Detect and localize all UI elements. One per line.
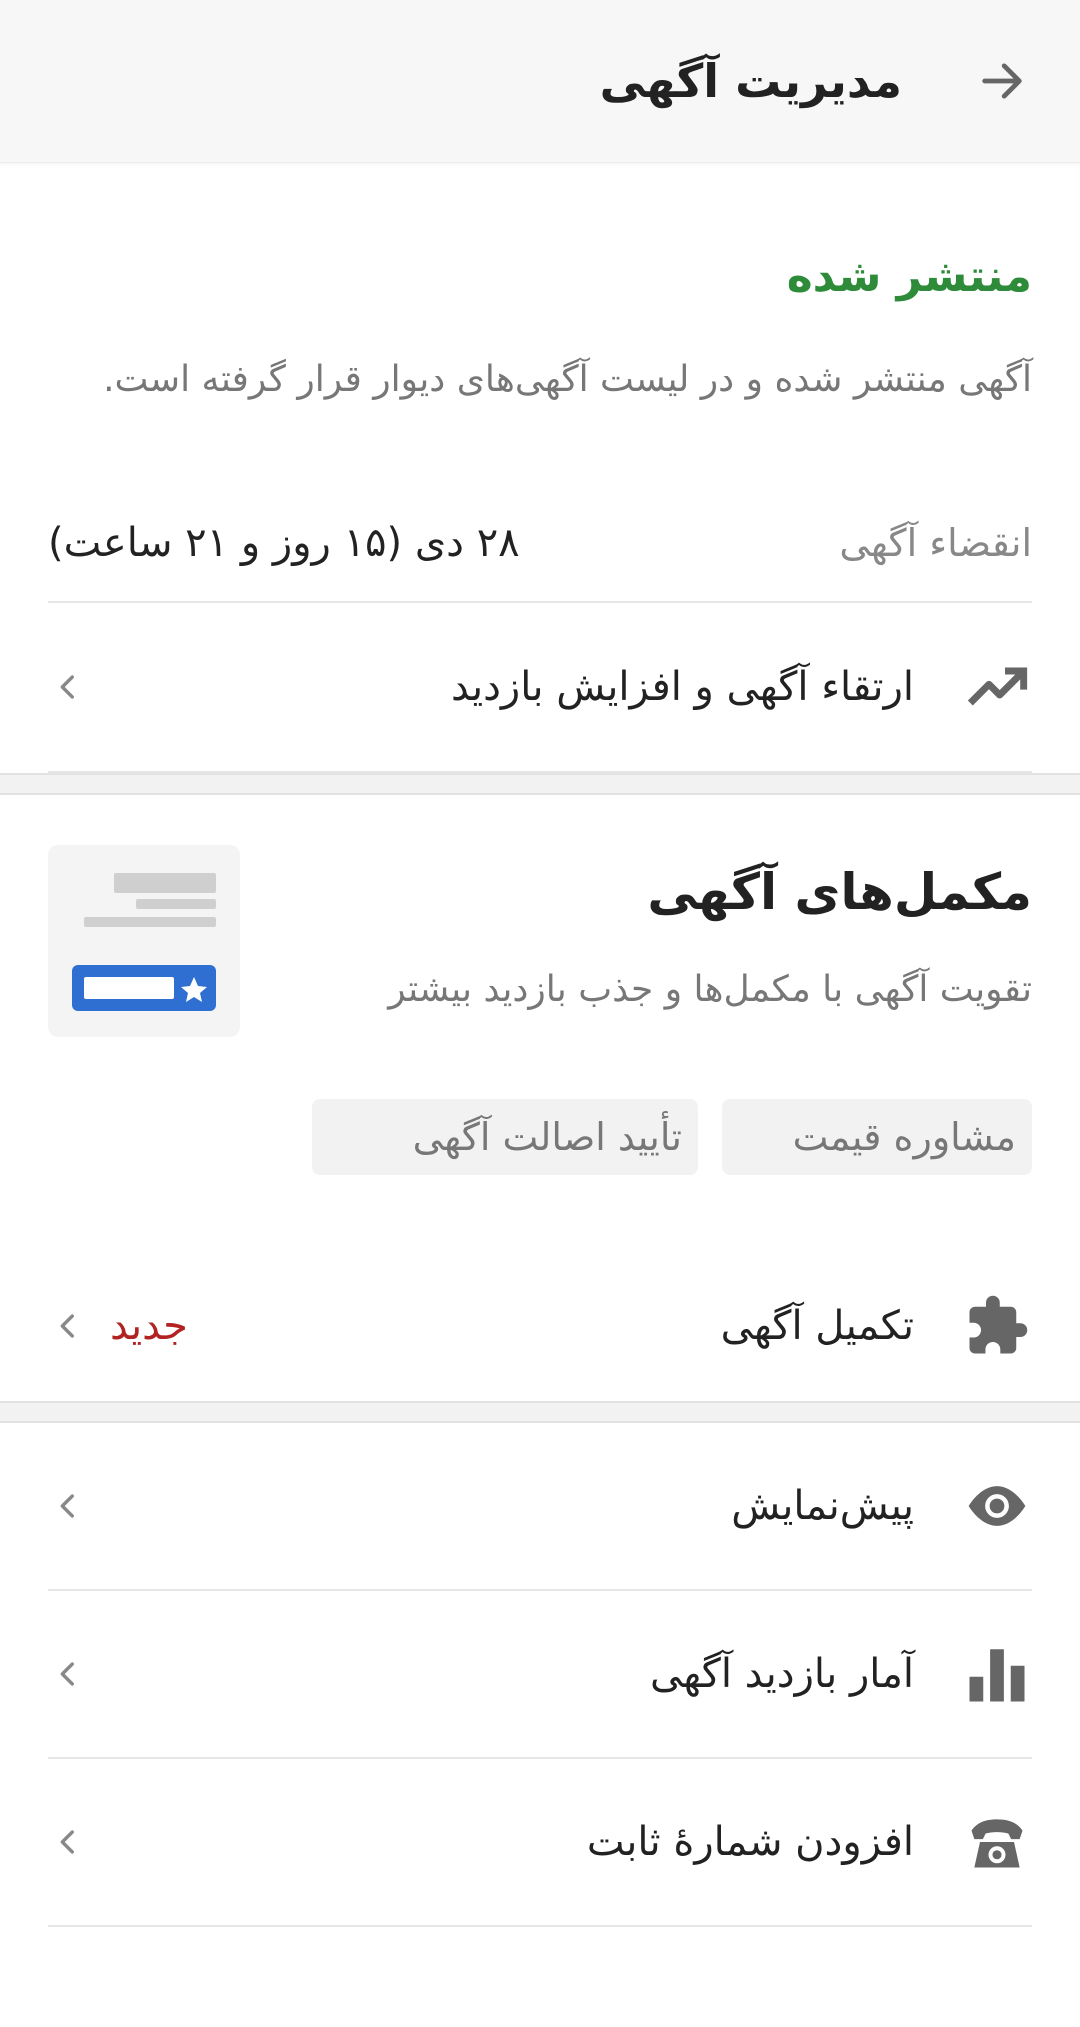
addons-illustration bbox=[48, 844, 240, 1037]
status-description: آگهی منتشر شده و در لیست آگهی‌های دیوار … bbox=[103, 358, 1032, 400]
status-section: منتشر شده آگهی منتشر شده و در لیست آگهی‌… bbox=[0, 163, 1080, 414]
addon-chips: مشاوره قیمت تأیید اصالت آگهی bbox=[48, 1098, 1032, 1175]
section-divider bbox=[0, 1400, 1080, 1423]
back-button[interactable] bbox=[972, 51, 1032, 111]
promote-ad-row[interactable]: ارتقاء آگهی و افزایش بازدید bbox=[48, 603, 1032, 771]
bar-chart-icon bbox=[962, 1639, 1032, 1709]
addons-title: مکمل‌های آگهی bbox=[647, 862, 1032, 921]
expiry-label: انقضاء آگهی bbox=[839, 521, 1032, 566]
add-landline-row[interactable]: افزودن شمارهٔ ثابت bbox=[48, 1759, 1032, 1927]
new-badge: جدید bbox=[110, 1302, 188, 1349]
addons-description: تقویت آگهی با مکمل‌ها و جذب بازدید بیشتر bbox=[388, 968, 1032, 1010]
trending-up-icon bbox=[962, 652, 1032, 722]
page-title: مدیریت آگهی bbox=[599, 54, 902, 108]
status-title: منتشر شده bbox=[786, 251, 1032, 302]
expiry-row: انقضاء آگهی ۲۸ دی (۱۵ روز و ۲۱ ساعت) bbox=[48, 486, 1032, 603]
addons-section: مکمل‌های آگهی تقویت آگهی با مکمل‌ها و جذ… bbox=[0, 795, 1080, 1401]
preview-label: پیش‌نمایش bbox=[731, 1482, 914, 1529]
complete-ad-row[interactable]: تکمیل آگهی جدید bbox=[48, 1251, 1032, 1401]
chip-price-consult[interactable]: مشاوره قیمت bbox=[722, 1098, 1032, 1175]
chevron-left-icon bbox=[48, 1654, 88, 1694]
complete-ad-label: تکمیل آگهی bbox=[720, 1302, 914, 1349]
eye-icon bbox=[962, 1471, 1032, 1541]
chevron-left-icon bbox=[48, 1822, 88, 1862]
add-landline-label: افزودن شمارهٔ ثابت bbox=[586, 1818, 914, 1865]
section-divider bbox=[0, 772, 1080, 795]
ad-stats-label: آمار بازدید آگهی bbox=[650, 1650, 914, 1697]
ad-stats-row[interactable]: آمار بازدید آگهی bbox=[48, 1591, 1032, 1759]
puzzle-icon bbox=[962, 1291, 1032, 1361]
chevron-left-icon bbox=[48, 667, 88, 707]
chip-authenticity[interactable]: تأیید اصالت آگهی bbox=[312, 1098, 698, 1175]
phone-icon bbox=[962, 1807, 1032, 1877]
chevron-left-icon bbox=[48, 1486, 88, 1526]
promote-label: ارتقاء آگهی و افزایش بازدید bbox=[450, 663, 914, 710]
arrow-right-icon bbox=[982, 63, 1022, 99]
expiry-value: ۲۸ دی (۱۵ روز و ۲۱ ساعت) bbox=[48, 520, 520, 567]
chevron-left-icon bbox=[48, 1306, 88, 1346]
ad-management-page: مدیریت آگهی منتشر شده آگهی منتشر شده و د… bbox=[0, 0, 1080, 2027]
preview-row[interactable]: پیش‌نمایش bbox=[48, 1423, 1032, 1591]
app-header: مدیریت آگهی bbox=[0, 0, 1080, 163]
